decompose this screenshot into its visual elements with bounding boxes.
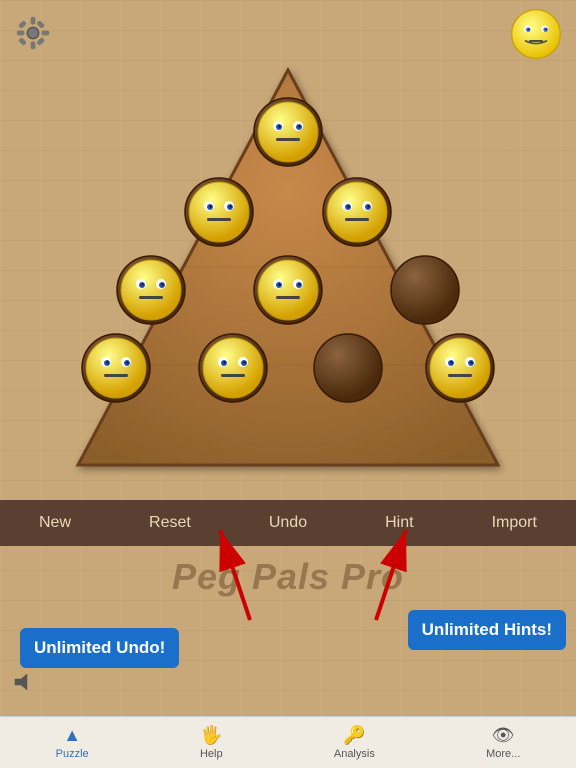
puzzle-icon: ▲ bbox=[63, 725, 81, 746]
new-button[interactable]: New bbox=[29, 510, 81, 536]
tab-more-label: More... bbox=[486, 748, 520, 760]
undo-callout: Unlimited Undo! bbox=[20, 628, 179, 668]
tab-help[interactable]: 🖐 Help bbox=[200, 725, 223, 760]
analysis-icon: 🔑 bbox=[343, 725, 365, 746]
toolbar: New Reset Undo Hint Import bbox=[0, 500, 576, 546]
settings-button[interactable] bbox=[14, 14, 52, 52]
help-icon: 🖐 bbox=[200, 725, 222, 746]
tab-puzzle-label: Puzzle bbox=[56, 748, 89, 760]
more-icon: 👁 bbox=[492, 725, 515, 746]
hint-callout: Unlimited Hints! bbox=[408, 610, 566, 650]
import-button[interactable]: Import bbox=[482, 510, 547, 536]
game-board bbox=[58, 60, 518, 490]
app-title-area: Peg Pals Pro bbox=[0, 556, 576, 598]
smiley-icon bbox=[510, 8, 562, 60]
speaker-icon[interactable] bbox=[12, 670, 36, 699]
tab-help-label: Help bbox=[200, 748, 223, 760]
tab-more[interactable]: 👁 More... bbox=[486, 725, 520, 760]
tab-analysis[interactable]: 🔑 Analysis bbox=[334, 725, 375, 760]
tab-puzzle[interactable]: ▲ Puzzle bbox=[56, 725, 89, 760]
tab-analysis-label: Analysis bbox=[334, 748, 375, 760]
undo-arrow bbox=[170, 510, 280, 630]
tab-bar: ▲ Puzzle 🖐 Help 🔑 Analysis 👁 More... bbox=[0, 716, 576, 768]
